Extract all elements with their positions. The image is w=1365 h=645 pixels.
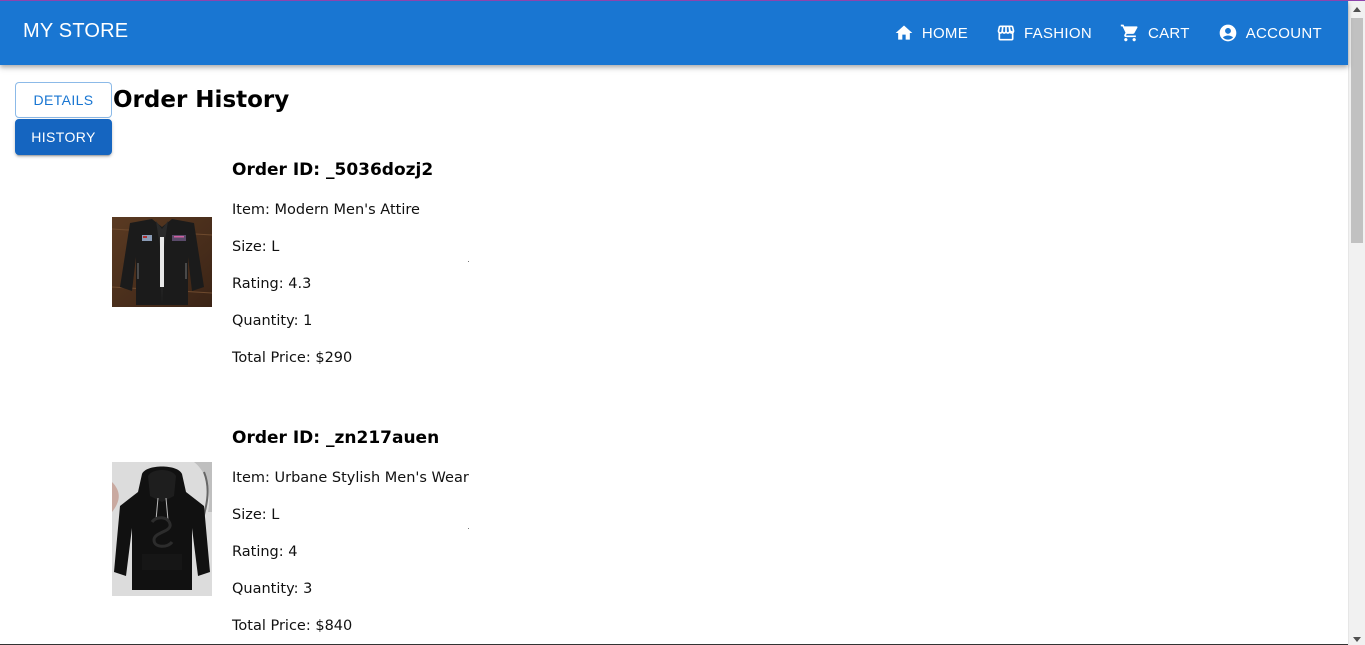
vertical-scrollbar[interactable]	[1348, 1, 1365, 645]
nav-cart-label: CART	[1147, 24, 1190, 42]
nav-fashion-label: FASHION	[1024, 24, 1092, 42]
cart-icon	[1120, 24, 1138, 42]
order-rating: Rating: 4	[232, 544, 298, 560]
app-bar: MY STORE HOME FASHION CART ACCOUNT	[0, 1, 1348, 65]
account-circle-icon	[1219, 24, 1237, 42]
order-id: Order ID: _zn217auen	[232, 428, 440, 448]
order-size: Size: L	[232, 239, 280, 255]
order-product-image[interactable]	[112, 462, 212, 596]
order-details: Order ID: _zn217auen Item: Urbane Stylis…	[232, 426, 632, 634]
account-tabs: DETAILS HISTORY	[15, 82, 112, 155]
order-quantity: Quantity: 1	[232, 313, 313, 329]
order-quantity: Quantity: 3	[232, 581, 313, 597]
order-details: Order ID: _5036dozj2 Item: Modern Men's …	[232, 158, 632, 366]
storefront-icon	[997, 25, 1015, 41]
brand-title[interactable]: MY STORE	[23, 20, 128, 43]
order-id: Order ID: _5036dozj2	[232, 160, 434, 180]
order-rating: Rating: 4.3	[232, 276, 312, 292]
order-size: Size: L	[232, 507, 280, 523]
order-product-image[interactable]	[112, 217, 212, 307]
order-card: Order ID: _5036dozj2 Item: Modern Men's …	[112, 158, 632, 378]
divider-mark	[468, 261, 469, 262]
order-total-price: Total Price: $290	[232, 350, 353, 366]
home-icon	[895, 25, 913, 40]
page: MY STORE HOME FASHION CART ACCOUNT DETAI…	[0, 0, 1365, 645]
details-tab-button[interactable]: DETAILS	[15, 82, 112, 118]
main-nav: HOME FASHION CART ACCOUNT	[874, 1, 1330, 65]
history-tab-button[interactable]: HISTORY	[15, 119, 112, 155]
order-card: Order ID: _zn217auen Item: Urbane Stylis…	[112, 426, 632, 645]
divider-mark	[468, 528, 469, 529]
nav-account-label: ACCOUNT	[1245, 24, 1322, 42]
scroll-up-arrow-icon[interactable]	[1353, 7, 1361, 12]
order-total-price: Total Price: $840	[232, 618, 353, 634]
order-item-name: Item: Modern Men's Attire	[232, 202, 420, 218]
nav-home-button[interactable]: HOME	[886, 17, 976, 49]
scrollbar-thumb[interactable]	[1351, 18, 1363, 243]
nav-home-label: HOME	[921, 24, 969, 42]
jacket-image	[112, 217, 212, 307]
nav-fashion-button[interactable]: FASHION	[988, 17, 1100, 49]
hoodie-image	[112, 462, 212, 596]
nav-cart-button[interactable]: CART	[1112, 17, 1198, 49]
page-title: Order History	[113, 87, 290, 113]
nav-account-button[interactable]: ACCOUNT	[1210, 17, 1330, 49]
order-item-name: Item: Urbane Stylish Men's Wear	[232, 470, 469, 486]
scroll-down-arrow-icon[interactable]	[1353, 637, 1361, 642]
